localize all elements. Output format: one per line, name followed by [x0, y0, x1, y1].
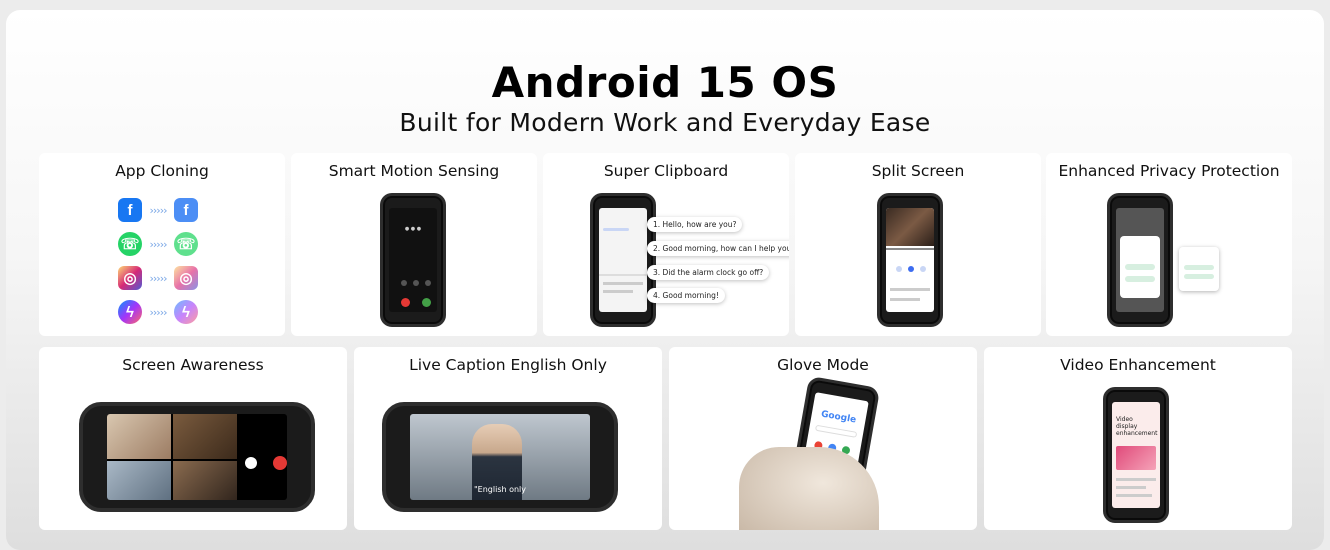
landscape-phone-video-call [79, 402, 315, 512]
card-label: Enhanced Privacy Protection [1058, 162, 1280, 180]
privacy-dialog [1179, 247, 1219, 291]
decline-call-icon [401, 298, 410, 307]
landscape-phone-caption: "English only [382, 402, 618, 512]
card-super-clipboard: Super Clipboard 1. Hello, how are you? 2… [543, 153, 789, 336]
page-subtitle: Built for Modern Work and Everyday Ease [399, 108, 931, 137]
card-label: Split Screen [871, 162, 965, 180]
clipboard-bubble: 3. Did the alarm clock go off? [647, 265, 770, 280]
card-split-screen: Split Screen [795, 153, 1041, 336]
clipboard-bubble: 1. Hello, how are you? [647, 217, 743, 232]
live-caption-overlay: "English only [473, 485, 527, 494]
card-live-caption: Live Caption English Only "English only [354, 347, 662, 530]
card-label: Smart Motion Sensing [328, 162, 500, 180]
clipboard-bubble: 2. Good morning, how can I help you? [647, 241, 789, 256]
messenger-icon: ϟ [118, 300, 142, 324]
arrows-icon: ››››› [149, 271, 168, 285]
card-label: Glove Mode [777, 356, 869, 374]
card-label: Video Enhancement [1060, 356, 1216, 374]
instagram-icon: ◎ [174, 266, 198, 290]
clone-row-messenger: ϟ ››››› ϟ [118, 300, 198, 324]
card-app-cloning: App Cloning f ››››› f ☏ ››››› ☏ ◎ ››››› … [39, 153, 285, 336]
arrows-icon: ››››› [149, 237, 168, 251]
phone-split-screen [877, 193, 943, 327]
phone-privacy-screen [1107, 193, 1173, 327]
messenger-icon: ϟ [174, 300, 198, 324]
whatsapp-icon: ☏ [174, 232, 198, 256]
hang-up-icon [273, 456, 287, 470]
instagram-icon: ◎ [118, 266, 142, 290]
clone-row-whatsapp: ☏ ››››› ☏ [118, 232, 198, 256]
phone-clipboard-screen [590, 193, 656, 327]
arrows-icon: ››››› [149, 203, 168, 217]
card-screen-awareness: Screen Awareness [39, 347, 347, 530]
card-label: App Cloning [115, 162, 209, 180]
card-smart-motion: Smart Motion Sensing ● ● ● [291, 153, 537, 336]
card-privacy: Enhanced Privacy Protection [1046, 153, 1292, 336]
phone-video-enhancement: Video display enhancement [1103, 387, 1169, 523]
card-label: Screen Awareness [122, 356, 264, 374]
clone-row-facebook: f ››››› f [118, 198, 198, 222]
page-title: Android 15 OS [491, 58, 839, 107]
card-glove-mode: Glove Mode Google [669, 347, 977, 530]
clipboard-bubble: 4. Good morning! [647, 288, 725, 303]
card-label: Super Clipboard [603, 162, 729, 180]
whatsapp-icon: ☏ [118, 232, 142, 256]
phone-call-screen: ● ● ● [380, 193, 446, 327]
facebook-icon: f [174, 198, 198, 222]
card-label: Live Caption English Only [409, 356, 607, 374]
facebook-icon: f [118, 198, 142, 222]
arrows-icon: ››››› [149, 305, 168, 319]
google-logo: Google [820, 409, 857, 426]
accept-call-icon [422, 298, 431, 307]
card-video-enhancement: Video Enhancement Video display enhancem… [984, 347, 1292, 530]
clone-row-instagram: ◎ ››››› ◎ [118, 266, 198, 290]
video-screen-title: Video display enhancement [1116, 416, 1158, 437]
